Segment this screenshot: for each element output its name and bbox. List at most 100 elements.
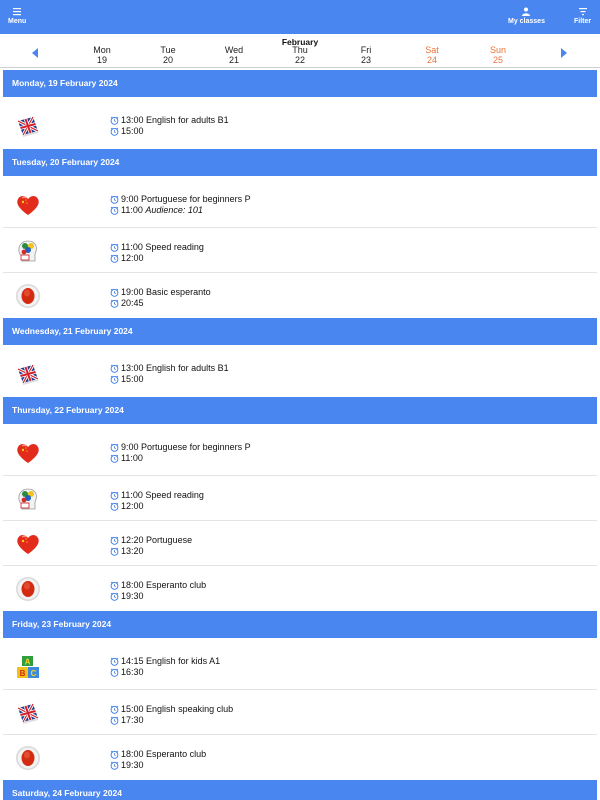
class-title: Speed reading (145, 242, 204, 252)
class-row[interactable]: 11:00 Speed reading 12:00 (3, 228, 597, 273)
end-time: 19:30 (121, 760, 144, 770)
date-header: Saturday, 24 February 2024 (3, 780, 597, 800)
date-header: Thursday, 22 February 2024 (3, 397, 597, 424)
class-group: A B C 14:15 English for kids A1 16:30 15:00 E… (3, 638, 597, 780)
start-time: 9:00 (121, 194, 139, 204)
class-text: 11:00 Speed reading 12:00 (110, 242, 204, 264)
schedule-list: Monday, 19 February 2024 13:00 English fo… (3, 70, 597, 800)
end-time: 15:00 (121, 374, 144, 384)
start-time: 19:00 (121, 287, 144, 297)
day-name: Fri (360, 45, 372, 55)
start-time: 18:00 (121, 749, 144, 759)
day-name: Sat (425, 45, 439, 55)
class-row[interactable]: A B C 14:15 English for kids A1 16:30 (3, 638, 597, 690)
class-title: Speed reading (145, 490, 204, 500)
alarm-clock-icon (110, 581, 119, 590)
class-text: 18:00 Esperanto club 19:30 (110, 749, 206, 771)
class-row[interactable]: 12:20 Portuguese 13:20 (3, 521, 597, 566)
end-time: 15:00 (121, 126, 144, 136)
alarm-clock-icon (110, 547, 119, 556)
class-title: Esperanto club (146, 580, 207, 590)
day-name: Wed (224, 45, 244, 55)
start-time: 12:20 (121, 535, 144, 545)
svg-text:C: C (31, 669, 37, 678)
class-title: Esperanto club (146, 749, 207, 759)
alarm-clock-icon (110, 705, 119, 714)
class-row[interactable]: 18:00 Esperanto club 19:30 (3, 735, 597, 780)
alarm-clock-icon (110, 364, 119, 373)
abc-blocks-icon: ABC (15, 654, 41, 680)
next-week-arrow-icon[interactable] (561, 48, 567, 58)
start-time: 18:00 (121, 580, 144, 590)
class-row[interactable]: 19:00 Basic esperanto 20:45 (3, 273, 597, 318)
alarm-clock-icon (110, 288, 119, 297)
alarm-clock-icon (110, 657, 119, 666)
day-sat[interactable]: Sat 24 (412, 45, 452, 65)
date-header: Wednesday, 21 February 2024 (3, 318, 597, 345)
day-tue[interactable]: Tue 20 (148, 45, 188, 65)
day-fri[interactable]: Fri 23 (346, 45, 386, 65)
class-text: 14:15 English for kids A1 16:30 (110, 656, 220, 678)
day-name: Sun (489, 45, 506, 55)
class-text: 11:00 Speed reading 12:00 (110, 490, 204, 512)
menu-button[interactable]: Menu (8, 7, 26, 25)
alarm-clock-icon (110, 750, 119, 759)
filter-label: Filter (574, 18, 592, 25)
day-sun[interactable]: Sun 25 (478, 45, 518, 65)
class-title: Portuguese for beginners P (141, 194, 251, 204)
end-time: 11:00 (121, 453, 143, 463)
class-row[interactable]: 11:00 Speed reading 12:00 (3, 476, 597, 521)
my-classes-label: My classes (508, 18, 545, 25)
start-time: 11:00 (121, 242, 143, 252)
alarm-clock-icon (110, 254, 119, 263)
end-time: 11:00 (121, 205, 143, 215)
class-row[interactable]: 13:00 English for adults B1 15:00 (3, 345, 597, 397)
heart-icon (15, 192, 41, 218)
class-row[interactable]: 15:00 English speaking club 17:30 (3, 690, 597, 735)
class-text: 19:00 Basic esperanto 20:45 (110, 287, 211, 309)
uk-flag-book-icon (15, 700, 41, 726)
class-title: English for adults B1 (146, 363, 229, 373)
svg-text:B: B (20, 669, 26, 678)
red-button-icon (15, 576, 41, 602)
prev-week-arrow-icon[interactable] (32, 48, 38, 58)
week-strip: February Mon 19 Tue 20 Wed 21 Thu 22 Fri 23 Sat 24 S… (0, 34, 600, 68)
audience-note: Audience: 101 (145, 205, 203, 215)
alarm-clock-icon (110, 491, 119, 500)
class-group: 9:00 Portuguese for beginners P 11:00 Aud… (3, 176, 597, 318)
class-text: 9:00 Portuguese for beginners P 11:00 (110, 442, 251, 464)
class-text: 12:20 Portuguese 13:20 (110, 535, 192, 557)
end-time: 20:45 (121, 298, 144, 308)
alarm-clock-icon (110, 454, 119, 463)
speed-reading-head-icon (15, 486, 41, 512)
class-text: 13:00 English for adults B1 15:00 (110, 115, 229, 137)
alarm-clock-icon (110, 668, 119, 677)
heart-icon (15, 531, 41, 557)
class-text: 9:00 Portuguese for beginners P 11:00 Aud… (110, 194, 251, 216)
date-header: Monday, 19 February 2024 (3, 70, 597, 97)
day-mon[interactable]: Mon 19 (82, 45, 122, 65)
class-row[interactable]: 13:00 English for adults B1 15:00 (3, 97, 597, 149)
class-row[interactable]: 9:00 Portuguese for beginners P 11:00 (3, 424, 597, 476)
filter-icon (578, 8, 587, 16)
my-classes-button[interactable]: My classes (508, 7, 545, 25)
alarm-clock-icon (110, 195, 119, 204)
start-time: 14:15 (121, 656, 144, 666)
day-number: 23 (360, 55, 371, 65)
speed-reading-head-icon (15, 238, 41, 264)
end-time: 13:20 (121, 546, 144, 556)
class-row[interactable]: 9:00 Portuguese for beginners P 11:00 Aud… (3, 176, 597, 228)
day-number: 25 (492, 55, 503, 65)
class-group: 9:00 Portuguese for beginners P 11:00 11:0… (3, 424, 597, 611)
start-time: 13:00 (121, 115, 144, 125)
day-thu[interactable]: Thu 22 (280, 45, 320, 65)
class-text: 13:00 English for adults B1 15:00 (110, 363, 229, 385)
date-header: Friday, 23 February 2024 (3, 611, 597, 638)
day-wed[interactable]: Wed 21 (214, 45, 254, 65)
class-row[interactable]: 18:00 Esperanto club 19:30 (3, 566, 597, 611)
alarm-clock-icon (110, 299, 119, 308)
start-time: 15:00 (121, 704, 144, 714)
day-number: 22 (294, 55, 305, 65)
svg-text:A: A (25, 658, 31, 667)
filter-button[interactable]: Filter (574, 7, 591, 25)
